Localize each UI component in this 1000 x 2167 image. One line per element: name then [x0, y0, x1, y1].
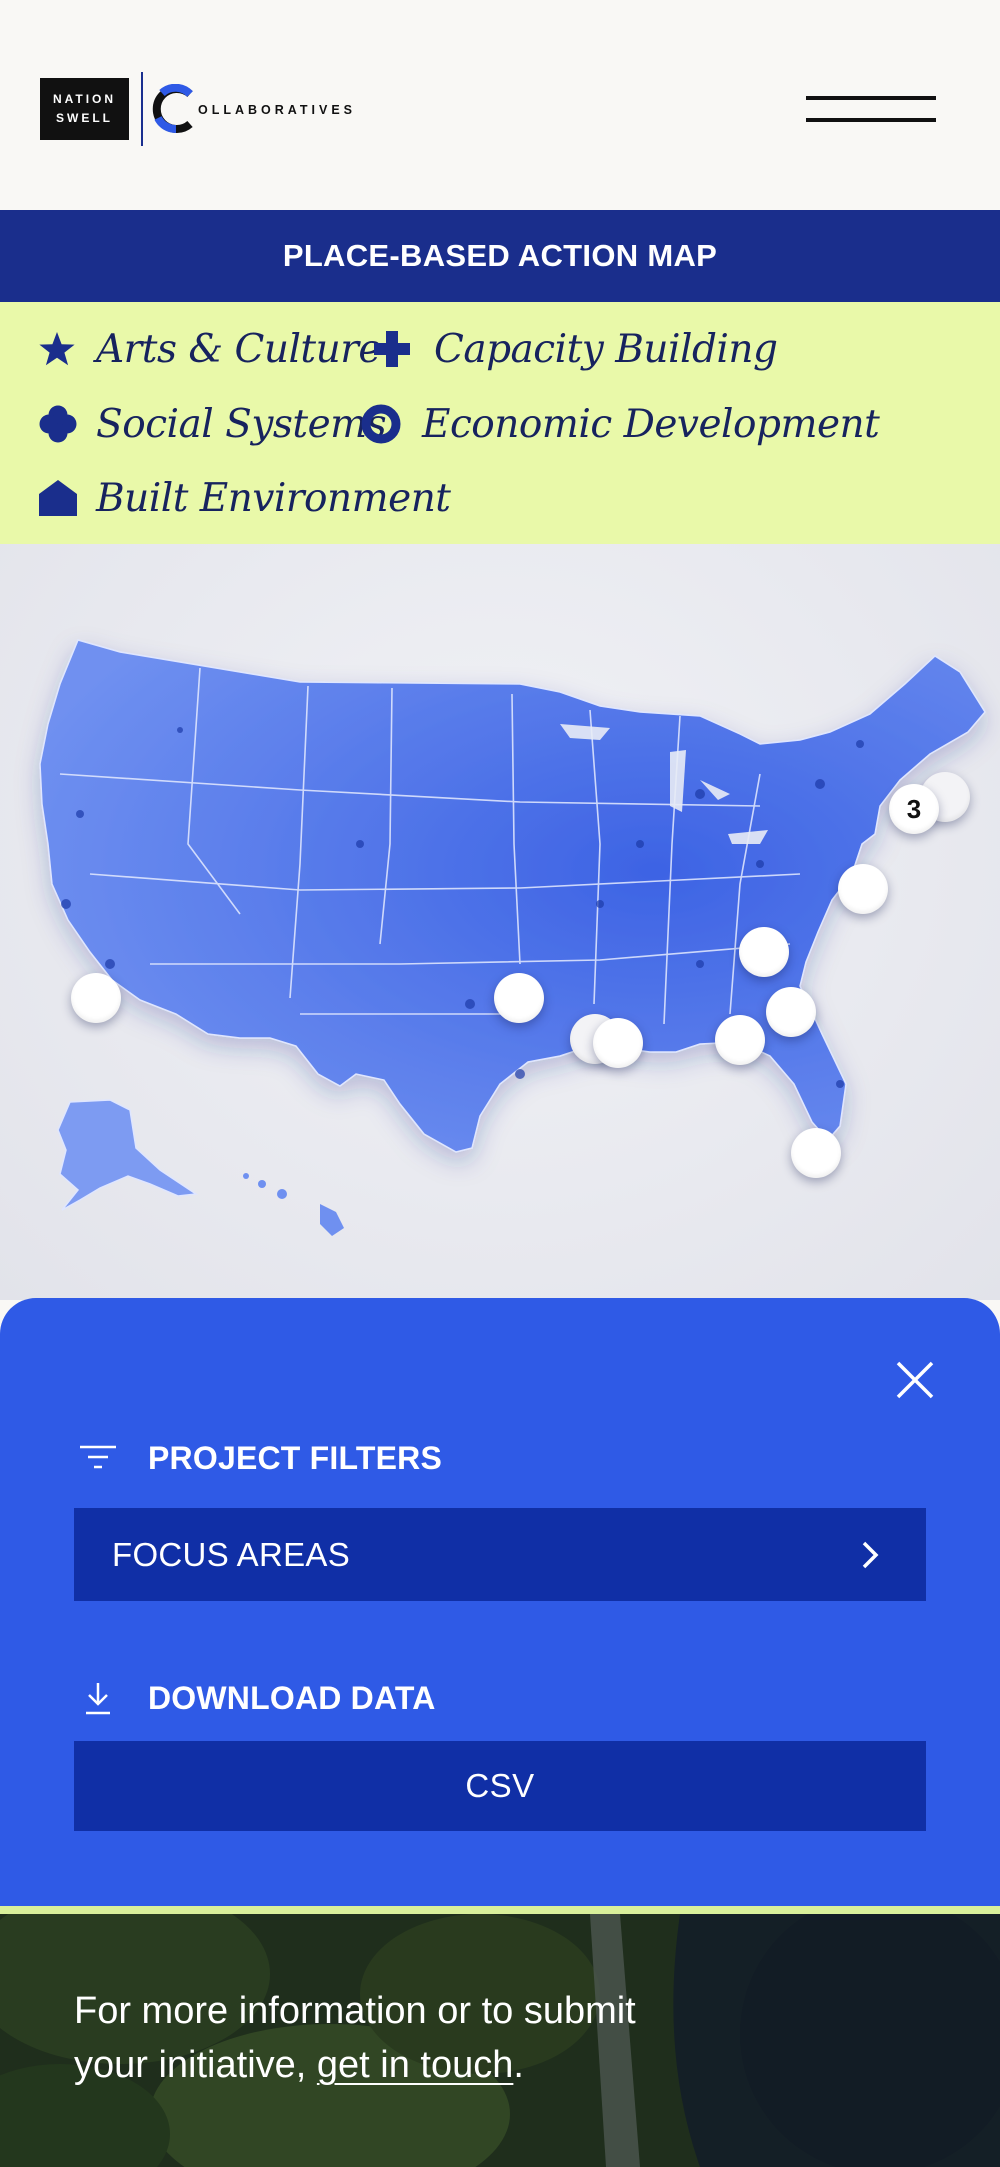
get-in-touch-link[interactable]: get in touch [317, 2044, 513, 2086]
project-filters-label: PROJECT FILTERS [148, 1439, 442, 1476]
download-data-label: DOWNLOAD DATA [148, 1679, 436, 1716]
footer-contact: For more information or to submit your i… [0, 1914, 1000, 2167]
footer-message: For more information or to submit your i… [74, 1984, 714, 2092]
map-cluster-pin[interactable]: 3 [889, 784, 939, 834]
map-pin[interactable] [715, 1015, 765, 1065]
legend-label: Arts & Culture [96, 326, 381, 372]
legend-item-social-systems[interactable]: Social Systems [38, 399, 387, 449]
legend-item-economic-development[interactable]: Economic Development [360, 399, 880, 449]
collaboratives-wordmark: OLLABORATIVES [198, 103, 357, 117]
nationswell-logo[interactable]: NATION SWELL [40, 78, 129, 140]
map-pin[interactable] [838, 864, 888, 914]
legend-label: Built Environment [96, 475, 451, 521]
site-header: NATION SWELL OLLABORATIVES [0, 0, 1000, 210]
collaboratives-c-icon [152, 84, 193, 134]
map-pin[interactable] [494, 973, 544, 1023]
map-pin[interactable] [593, 1018, 643, 1068]
footer-text-after: . [513, 2044, 524, 2086]
map-pin[interactable] [791, 1128, 841, 1178]
csv-label: CSV [465, 1767, 535, 1804]
clover-icon [39, 405, 77, 443]
download-icon [78, 1678, 118, 1718]
download-data-heading: DOWNLOAD DATA [78, 1678, 436, 1718]
cluster-count: 3 [906, 793, 922, 824]
focus-areas-label: FOCUS AREAS [112, 1535, 351, 1573]
page-title: PLACE-BASED ACTION MAP [0, 210, 1000, 302]
focus-areas-button[interactable]: FOCUS AREAS [74, 1508, 926, 1601]
star-icon [39, 332, 75, 366]
legend-label: Economic Development [422, 401, 880, 447]
map-pin[interactable] [71, 973, 121, 1023]
legend-item-arts-culture[interactable]: Arts & Culture [38, 324, 381, 374]
ring-icon [361, 404, 401, 444]
us-map[interactable]: 3 [0, 544, 1000, 1300]
map-legend: Arts & Culture Capacity Building Social … [0, 302, 1000, 544]
legend-item-capacity-building[interactable]: Capacity Building [372, 324, 778, 374]
legend-label: Capacity Building [434, 326, 778, 372]
logo-divider [141, 72, 143, 146]
chevron-right-icon [862, 1541, 879, 1569]
logo-line-2: SWELL [56, 111, 113, 125]
plus-icon [374, 331, 410, 367]
filter-icon [78, 1438, 118, 1478]
legend-label: Social Systems [96, 401, 387, 447]
map-pin[interactable] [766, 987, 816, 1037]
us-map-graphic [39, 639, 986, 1236]
project-filters-heading: PROJECT FILTERS [78, 1438, 442, 1478]
legend-item-built-environment[interactable]: Built Environment [38, 473, 451, 523]
csv-download-button[interactable]: CSV [74, 1741, 926, 1831]
close-icon[interactable] [893, 1358, 937, 1402]
map-pin[interactable] [739, 927, 789, 977]
divider-strip [0, 1906, 1000, 1914]
hamburger-menu-icon[interactable] [806, 96, 936, 124]
logo-line-1: NATION [52, 92, 117, 106]
house-icon [39, 480, 77, 516]
collaboratives-logo[interactable]: OLLABORATIVES [152, 82, 356, 136]
